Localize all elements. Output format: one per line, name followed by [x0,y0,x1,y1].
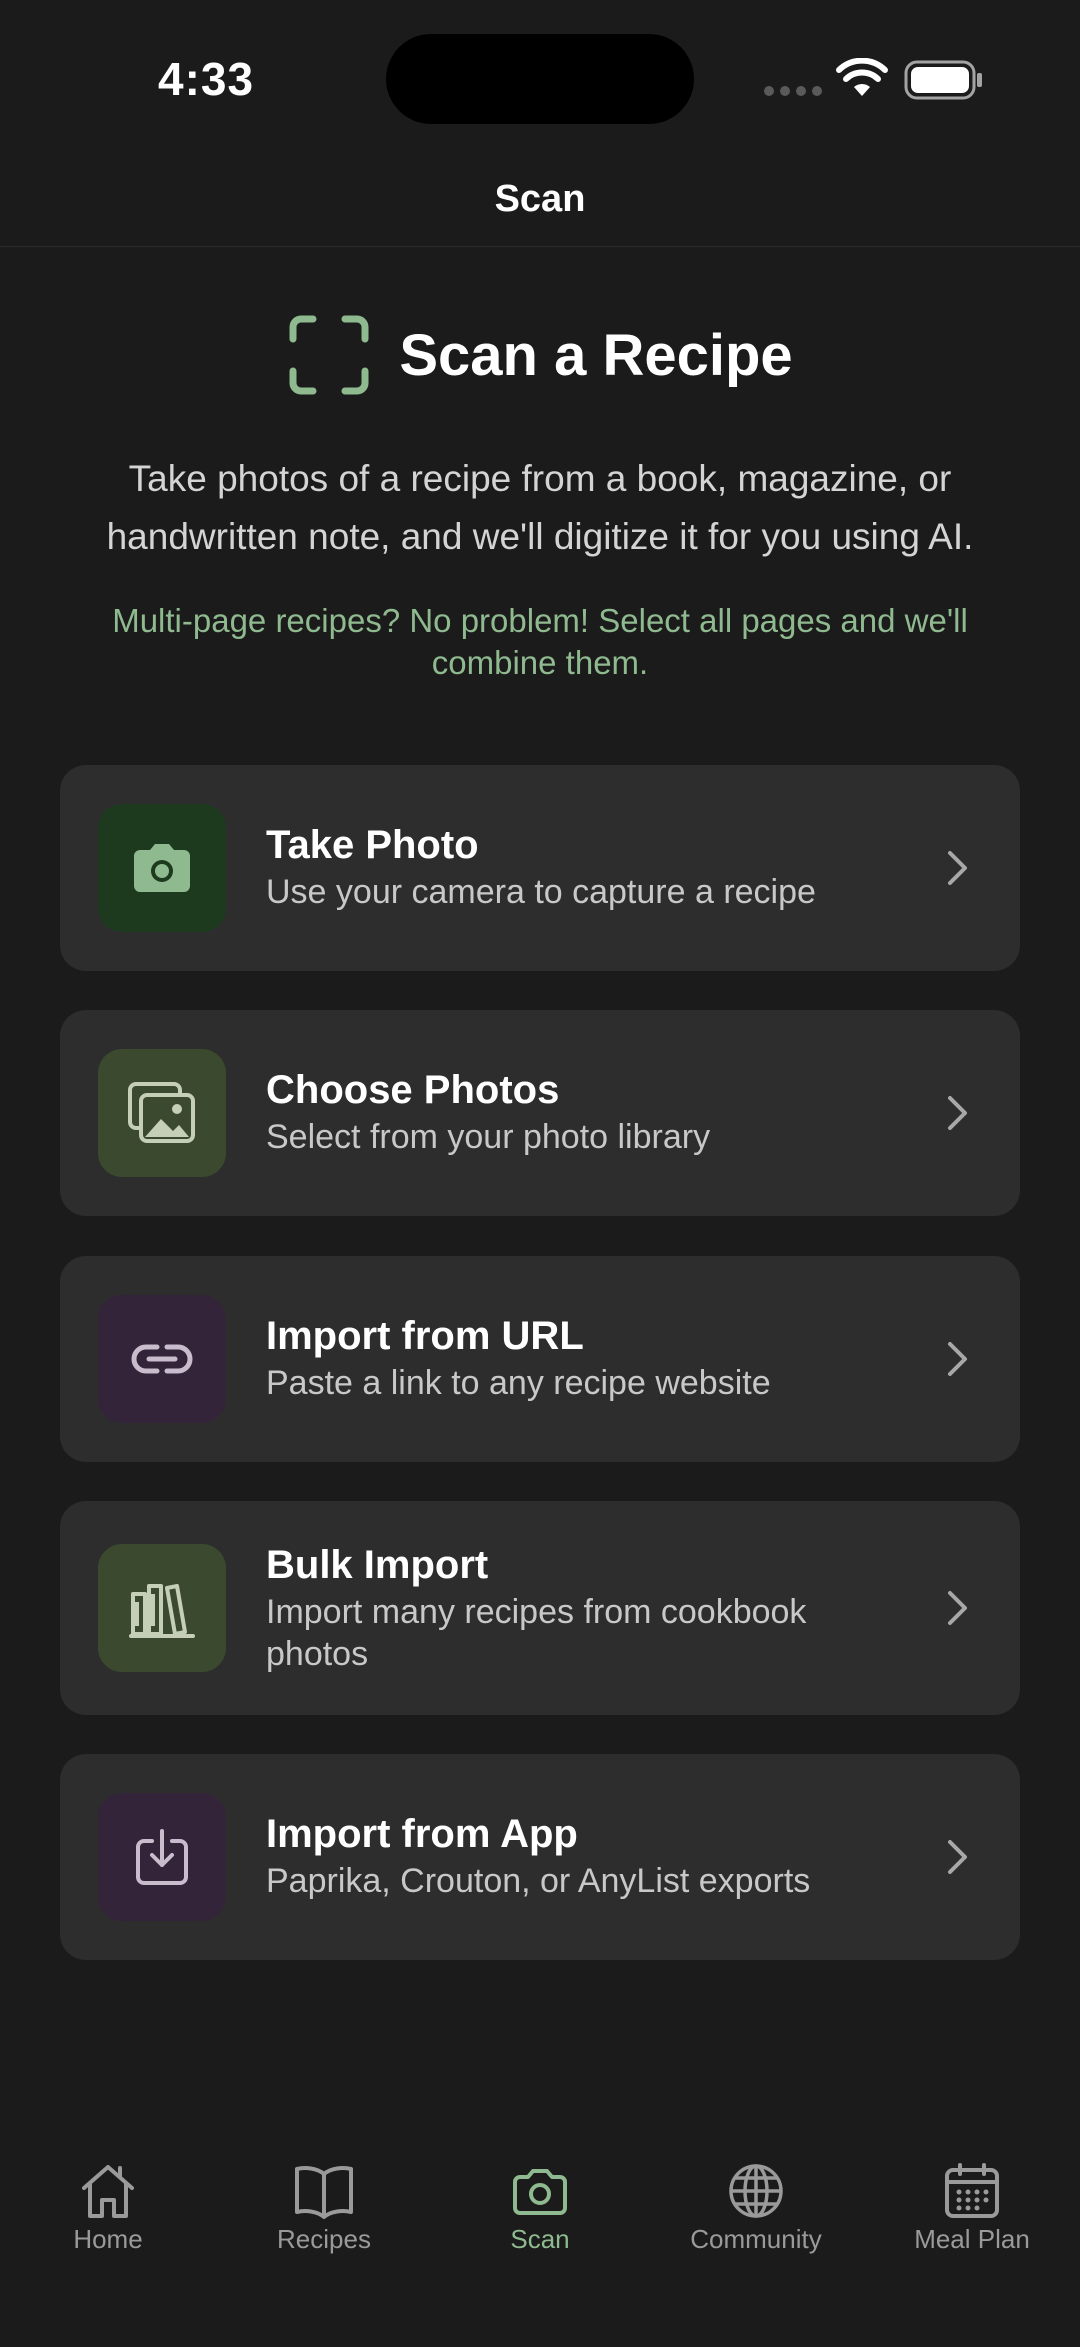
globe-icon [729,2164,783,2218]
tab-home[interactable]: Home [0,2162,216,2255]
bulk-import-option[interactable]: Bulk Import Import many recipes from coo… [60,1501,1020,1715]
status-time: 4:33 [158,53,255,105]
take-photo-icon-box [98,804,226,932]
tab-label: Recipes [277,2224,371,2254]
cellular-signal-icon [764,86,822,96]
bulk-import-icon-box [98,1544,226,1672]
tab-recipes[interactable]: Recipes [216,2162,432,2255]
option-title: Bulk Import [266,1543,489,1587]
navigation-bar: Scan [0,160,1080,247]
tab-meal-plan[interactable]: Meal Plan [864,2162,1080,2255]
option-title: Choose Photos [266,1068,560,1112]
home-icon [82,2165,134,2218]
camera-icon [513,2169,567,2215]
import-app-option[interactable]: Import from App Paprika, Crouton, or Any… [60,1754,1020,1960]
battery-icon [904,60,982,100]
tab-community[interactable]: Community [648,2162,864,2255]
scan-description: Take photos of a recipe from a book, mag… [106,458,974,557]
option-title: Import from URL [266,1314,584,1358]
dynamic-island [386,34,694,124]
import-url-option[interactable]: Import from URL Paste a link to any reci… [60,1256,1020,1462]
status-bar: 4:33 [0,0,1080,160]
choose-photos-option[interactable]: Choose Photos Select from your photo lib… [60,1010,1020,1216]
import-url-icon-box [98,1295,226,1423]
scan-frame-icon [289,315,369,395]
choose-photos-icon-box [98,1049,226,1177]
take-photo-option[interactable]: Take Photo Use your camera to capture a … [60,765,1020,971]
chevron-right-icon [948,1096,967,1130]
wifi-icon [836,58,888,96]
option-subtitle: Import many recipes from cookbook photos [266,1593,807,1673]
option-title: Take Photo [266,823,479,867]
option-title: Import from App [266,1812,578,1856]
page-title: Scan a Recipe [399,322,793,388]
option-subtitle: Paste a link to any recipe website [266,1364,771,1402]
download-icon [136,1829,188,1885]
tab-bar: Home Recipes Scan Community Meal Plan [0,2140,1080,2347]
option-subtitle: Paprika, Crouton, or AnyList exports [266,1862,811,1900]
option-subtitle: Use your camera to capture a recipe [266,873,816,911]
camera-icon [134,844,190,892]
hero-header: Scan a Recipe [0,310,1080,400]
multi-page-note: Multi-page recipes? No problem! Select a… [112,602,968,681]
books-icon [129,1584,195,1638]
link-icon [131,1344,193,1374]
option-subtitle: Select from your photo library [266,1118,711,1156]
tab-label: Meal Plan [914,2224,1030,2254]
chevron-right-icon [948,851,967,885]
tab-label: Scan [510,2224,570,2254]
chevron-right-icon [948,1591,967,1625]
nav-title: Scan [494,178,586,220]
photos-icon [128,1082,195,1143]
tab-scan[interactable]: Scan [432,2162,648,2255]
tab-label: Home [73,2224,143,2254]
calendar-icon [945,2163,999,2218]
chevron-right-icon [948,1342,967,1376]
tab-label: Community [690,2224,822,2254]
import-app-icon-box [98,1793,226,1921]
chevron-right-icon [948,1840,967,1874]
book-icon [295,2166,353,2219]
